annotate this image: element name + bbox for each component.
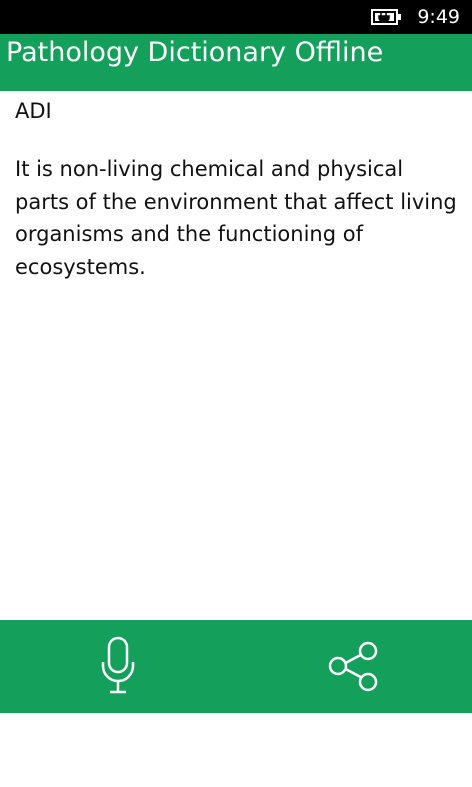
speak-button[interactable] xyxy=(83,632,153,702)
app-header: Pathology Dictionary Offline xyxy=(0,34,472,91)
app-bar xyxy=(0,620,472,713)
battery-charging-icon xyxy=(371,9,401,25)
entry-content: ADI It is non-living chemical and physic… xyxy=(15,91,457,283)
status-clock: 9:49 xyxy=(417,6,460,28)
share-icon xyxy=(328,641,378,692)
status-bar: 9:49 xyxy=(0,0,472,34)
microphone-icon xyxy=(101,636,135,694)
entry-term: ADI xyxy=(15,99,52,123)
page-title: Pathology Dictionary Offline xyxy=(6,37,384,68)
entry-definition: It is non-living chemical and physical p… xyxy=(15,157,457,279)
share-button[interactable] xyxy=(318,632,388,702)
